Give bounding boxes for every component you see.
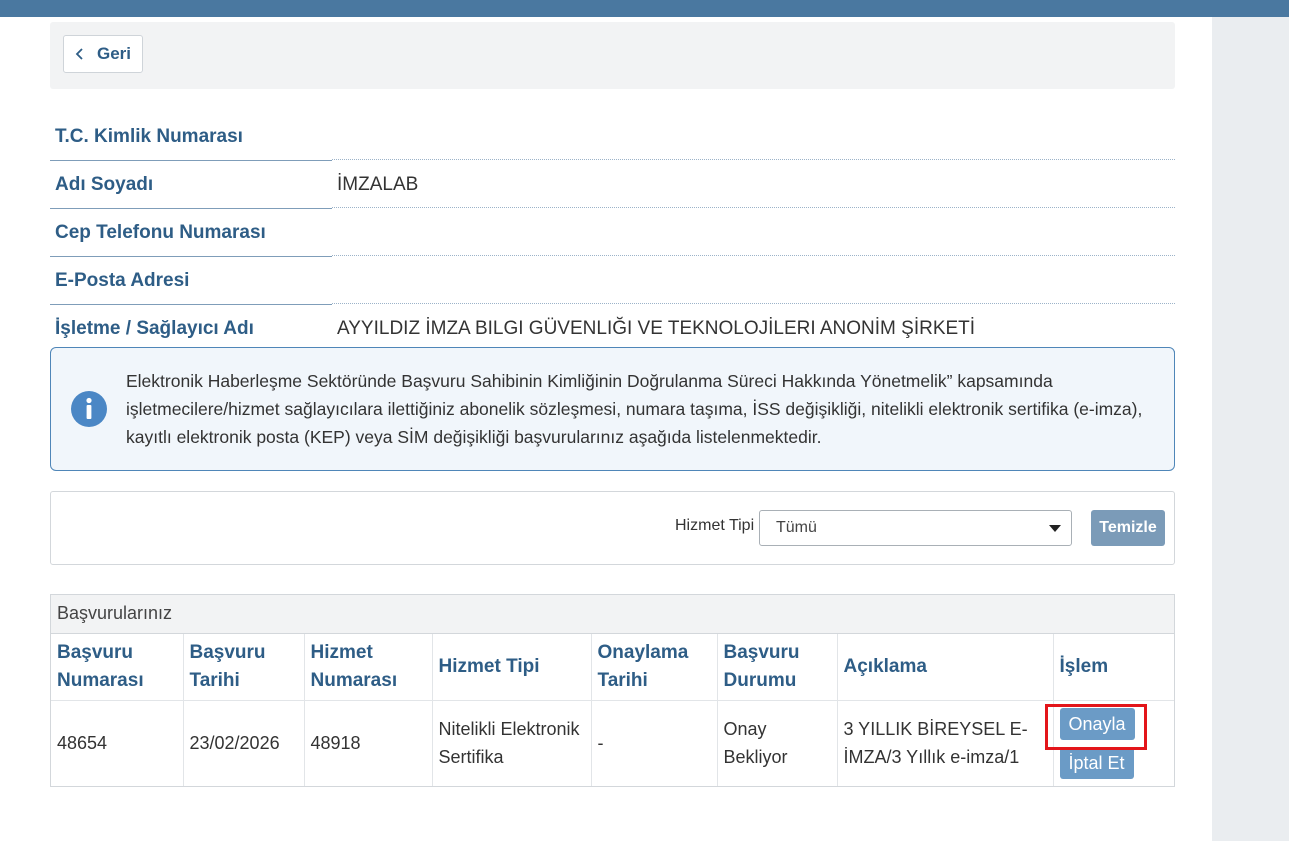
info-value (332, 209, 1175, 256)
info-value (332, 113, 1175, 160)
cell-description: 3 YILLIK BİREYSEL E-İMZA/3 Yıllık e-imza… (837, 700, 1054, 786)
cancel-button[interactable]: İptal Et (1059, 746, 1134, 779)
filter-panel: Hizmet Tipi Tümü Temizle (50, 491, 1175, 565)
top-header-bar (0, 0, 1289, 17)
highlight-box (1044, 703, 1147, 750)
info-row-phone: Cep Telefonu Numarası (50, 209, 1175, 257)
applications-table: Başvuru Numarası Başvuru Tarihi Hizmet N… (51, 634, 1174, 786)
cell-actions: Onayla İptal Et (1044, 701, 1174, 786)
cell-service-type: Nitelikli Elektronik Sertifika (432, 700, 592, 786)
page-right-gutter (1212, 17, 1289, 841)
table-row: 48654 23/02/2026 48918 Nitelikli Elektro… (51, 700, 1174, 786)
info-label: Cep Telefonu Numarası (50, 209, 332, 257)
column-header: İşlem (1053, 634, 1174, 701)
applications-title: Başvurularınız (51, 595, 1174, 634)
cell-approval-date: - (591, 700, 718, 786)
main-content: Geri T.C. Kimlik Numarası Adı Soyadı İMZ… (0, 17, 1212, 841)
caret-down-icon (1049, 525, 1061, 532)
back-toolbar: Geri (50, 22, 1175, 89)
info-row-provider: İşletme / Sağlayıcı Adı AYYILDIZ İMZA BI… (50, 305, 1175, 353)
column-header: Hizmet Tipi (432, 634, 592, 701)
service-type-selected: Tümü (776, 519, 817, 536)
info-label: T.C. Kimlik Numarası (50, 113, 332, 161)
info-value: AYYILDIZ İMZA BILGI GÜVENLIĞI VE TEKNOLO… (332, 305, 1175, 352)
back-button-label: Geri (96, 44, 132, 63)
notice-text: Elektronik Haberleşme Sektöründe Başvuru… (126, 371, 1143, 447)
service-type-select[interactable]: Tümü (759, 510, 1072, 546)
column-header: Başvuru Durumu (717, 634, 838, 701)
info-label: İşletme / Sağlayıcı Adı (50, 305, 332, 353)
info-value (332, 257, 1175, 304)
info-row-name: Adı Soyadı İMZALAB (50, 161, 1175, 209)
applicant-info: T.C. Kimlik Numarası Adı Soyadı İMZALAB … (50, 113, 1175, 353)
table-header-row: Başvuru Numarası Başvuru Tarihi Hizmet N… (51, 634, 1174, 701)
service-type-label: Hizmet Tipi (675, 517, 755, 534)
column-header: Onaylama Tarihi (591, 634, 718, 701)
info-label: E-Posta Adresi (50, 257, 332, 305)
column-header: Başvuru Numarası (51, 634, 184, 701)
chevron-left-icon (75, 48, 83, 60)
cell-service-number: 48918 (304, 700, 433, 786)
approve-wrapper: Onayla (1044, 703, 1147, 750)
cell-status: Onay Bekliyor (717, 700, 838, 786)
info-value: İMZALAB (332, 161, 1175, 208)
column-header: Açıklama (837, 634, 1054, 701)
column-header: Hizmet Numarası (304, 634, 433, 701)
back-button[interactable]: Geri (63, 35, 143, 73)
cell-application-date: 23/02/2026 (183, 700, 305, 786)
info-row-email: E-Posta Adresi (50, 257, 1175, 305)
clear-button[interactable]: Temizle (1091, 510, 1165, 546)
info-icon (71, 391, 107, 427)
info-label: Adı Soyadı (50, 161, 332, 209)
cell-application-number: 48654 (51, 700, 184, 786)
info-row-tc-kimlik: T.C. Kimlik Numarası (50, 113, 1175, 161)
applications-panel: Başvurularınız Başvuru Numarası Başvuru … (50, 594, 1175, 787)
info-notice: Elektronik Haberleşme Sektöründe Başvuru… (50, 347, 1175, 471)
column-header: Başvuru Tarihi (183, 634, 305, 701)
